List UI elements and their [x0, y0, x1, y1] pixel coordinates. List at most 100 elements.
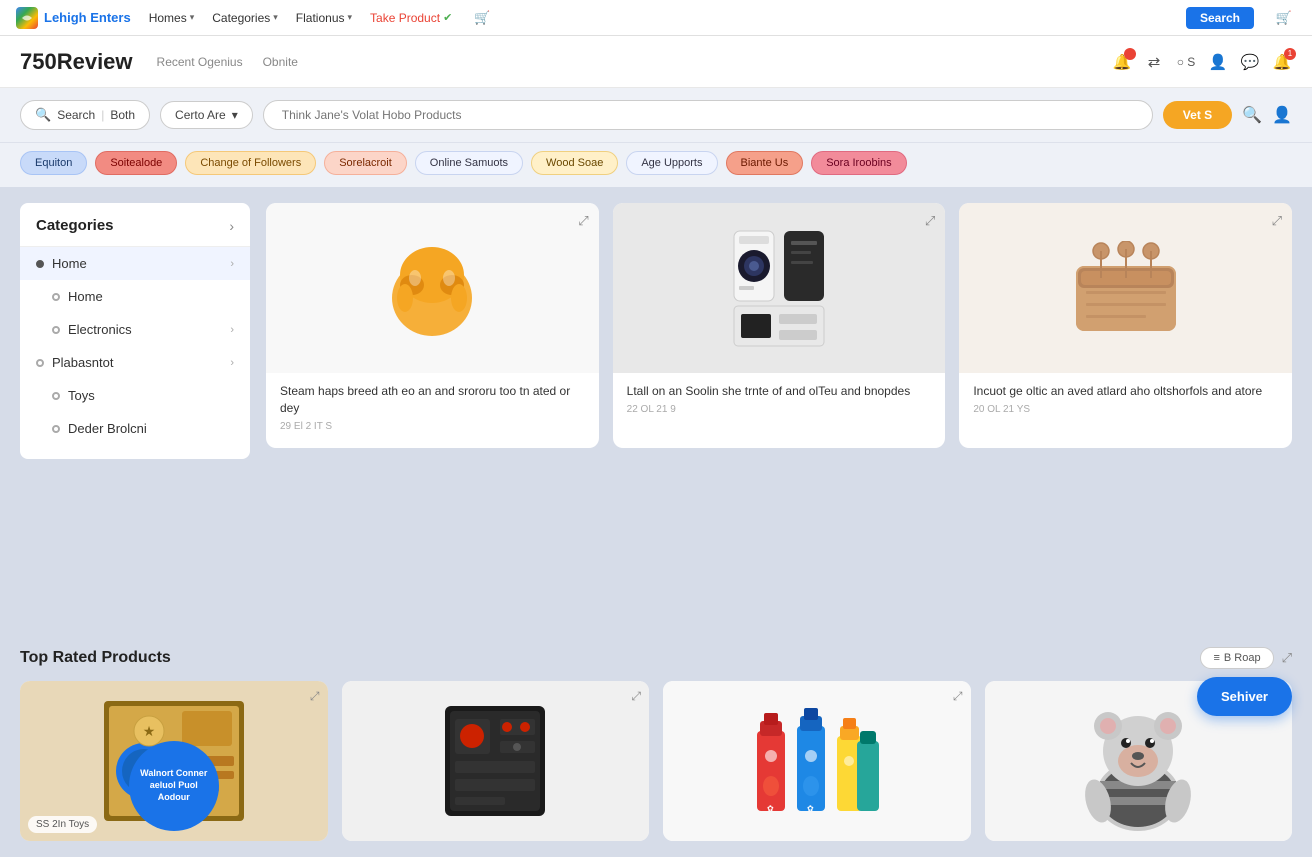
notification-icon[interactable]: 🔔 — [1112, 52, 1132, 72]
sec-nav-recent[interactable]: Recent Ogenius — [157, 55, 243, 69]
search-pill-label: Search — [57, 108, 95, 122]
black-tool-svg — [425, 691, 565, 831]
sidebar-item-electronics[interactable]: Electronics › — [20, 313, 250, 346]
brand-name: 750Review — [20, 49, 133, 75]
dropdown-label: Certo Are — [175, 108, 226, 122]
sidebar-header: Categories › — [20, 217, 250, 247]
chip-online-samuots[interactable]: Online Samuots — [415, 151, 523, 175]
sidebar-item-plabasntot[interactable]: Plabasntot › — [20, 346, 250, 379]
product-image-2 — [959, 203, 1292, 373]
product-badge-0: SS 2In Toys — [28, 816, 97, 833]
sidebar-label: Deder Brolcni — [68, 421, 147, 436]
product-card-2: ⤢ Incuot ge oltic an aved atlard aho olt… — [959, 203, 1292, 448]
filter-chips: Equiton Soitealode Change of Followers S… — [0, 143, 1312, 187]
expand-icon[interactable]: ⤢ — [1272, 213, 1282, 229]
gold-box-svg — [1066, 241, 1186, 336]
chip-wood-soae[interactable]: Wood Soae — [531, 151, 618, 175]
cart-icon[interactable]: 🛒 — [470, 6, 494, 30]
chat-icon[interactable]: 💬 — [1240, 52, 1260, 72]
search-sec-icon[interactable]: ○ S — [1176, 52, 1196, 72]
profile-icon[interactable]: 👤 — [1272, 105, 1292, 125]
chip-equiton[interactable]: Equiton — [20, 151, 87, 175]
nav-item-categories[interactable]: Categories ▾ — [212, 11, 278, 25]
sidebar: Categories › Home › Home Electronics › — [20, 203, 250, 459]
bottom-product-grid: ⚽ ★ Walnort Conner aeluol Puol Aodour SS… — [20, 681, 1292, 841]
search-input[interactable] — [263, 100, 1153, 130]
main-content: Categories › Home › Home Electronics › — [0, 187, 1312, 647]
bottom-card-2: ✿ ✿ ⤢ — [663, 681, 971, 841]
search-action-button[interactable]: Vet S — [1163, 101, 1232, 129]
bottom-section: Top Rated Products ≡ B Roap ⤢ ⚽ — [0, 647, 1312, 857]
sidebar-title: Categories — [36, 217, 114, 234]
bottom-card-0: ⚽ ★ Walnort Conner aeluol Puol Aodour SS… — [20, 681, 328, 841]
expand-icon[interactable]: ⤢ — [310, 689, 320, 704]
sec-nav-links: Recent Ogenius Obnite — [157, 55, 298, 69]
bottom-card-image-0: ⚽ ★ Walnort Conner aeluol Puol Aodour SS… — [20, 681, 328, 841]
search-dropdown[interactable]: Certo Are ▾ — [160, 101, 253, 129]
colorful-bottles-svg: ✿ ✿ — [742, 691, 892, 831]
product-image-0 — [266, 203, 599, 373]
sehiver-button[interactable]: Sehiver — [1197, 677, 1292, 716]
svg-text:✿: ✿ — [807, 804, 814, 813]
black-device-svg — [729, 226, 829, 351]
search-pill-sub: Both — [110, 108, 135, 122]
cart-checkout-icon[interactable]: 🛒 — [1272, 6, 1296, 30]
product-image-1 — [613, 203, 946, 373]
product-grid: ⤢ Steam haps breed ath eo an and srororu… — [266, 203, 1292, 448]
chevron-icon: ▾ — [273, 12, 278, 23]
sidebar-item-deder-brolcni[interactable]: Deder Brolcni — [20, 412, 250, 445]
chevron-icon: ▾ — [348, 12, 353, 23]
expand-icon[interactable]: ⤢ — [925, 213, 935, 229]
section-header: Top Rated Products ≡ B Roap ⤢ — [20, 647, 1292, 669]
sidebar-label: Toys — [68, 388, 95, 403]
product-card-0: ⤢ Steam haps breed ath eo an and srororu… — [266, 203, 599, 448]
product-title-0: Steam haps breed ath eo an and srororu t… — [280, 383, 585, 417]
sidebar-item-home-1[interactable]: Home — [20, 280, 250, 313]
orange-blob-svg — [377, 233, 487, 343]
user-icon[interactable]: 👤 — [1208, 52, 1228, 72]
sidebar-item-toys[interactable]: Toys — [20, 379, 250, 412]
chip-change-followers[interactable]: Change of Followers — [185, 151, 316, 175]
shuffle-icon[interactable]: ⇄ — [1144, 52, 1164, 72]
sidebar-chevron-icon: › — [230, 258, 234, 270]
sidebar-chevron-icon: › — [230, 324, 234, 336]
top-nav: Lehigh Enters Homes ▾ Categories ▾ Flati… — [0, 0, 1312, 36]
expand-icon[interactable]: ⤢ — [953, 689, 963, 704]
section-expand-icon[interactable]: ⤢ — [1282, 650, 1292, 666]
svg-text:★: ★ — [142, 723, 155, 739]
chip-soitealode[interactable]: Soitealode — [95, 151, 177, 175]
nav-item-flationus[interactable]: Flationus ▾ — [296, 11, 352, 25]
chip-sora-iroobins[interactable]: Sora Iroobins — [811, 151, 906, 175]
sidebar-item-home-0[interactable]: Home › — [20, 247, 250, 280]
search-small-icon: 🔍 — [35, 107, 51, 123]
overlay-text: Walnort Conner aeluol Puol Aodour — [129, 764, 219, 807]
sidebar-dot — [52, 293, 60, 301]
sidebar-expand-icon[interactable]: › — [229, 218, 234, 234]
bottom-card-image-2: ✿ ✿ — [663, 681, 971, 841]
product-card-1: ⤢ Ltall on an Soolin she trnte of and ol… — [613, 203, 946, 448]
product-title-1: Ltall on an Soolin she trnte of and olTe… — [627, 383, 932, 400]
expand-icon[interactable]: ⤢ — [578, 213, 588, 229]
svg-text:✿: ✿ — [767, 804, 774, 813]
search-pill[interactable]: 🔍 Search | Both — [20, 100, 150, 130]
sec-nav-obnite[interactable]: Obnite — [263, 55, 298, 69]
verified-icon: ✔ — [443, 11, 452, 24]
top-nav-logo[interactable]: Lehigh Enters — [16, 7, 131, 29]
search-button[interactable]: Search — [1186, 7, 1254, 29]
search-btn-icon[interactable]: 🔍 — [1242, 105, 1262, 125]
sidebar-dot — [36, 359, 44, 367]
chip-biante-us[interactable]: Biante Us — [726, 151, 804, 175]
chip-age-upports[interactable]: Age Upports — [626, 151, 717, 175]
search-icon-group: 🔍 👤 — [1242, 105, 1292, 125]
nav-item-take-product[interactable]: Take Product ✔ — [370, 11, 452, 25]
section-actions: ≡ B Roap ⤢ — [1200, 647, 1292, 669]
b-roap-button[interactable]: ≡ B Roap — [1200, 647, 1273, 669]
alert-icon[interactable]: 🔔1 — [1272, 52, 1292, 72]
chip-sorelacroit[interactable]: Sorelacroit — [324, 151, 407, 175]
nav-item-homes[interactable]: Homes ▾ — [149, 11, 195, 25]
section-title: Top Rated Products — [20, 649, 171, 667]
teddy-bear-svg — [1063, 691, 1213, 831]
chevron-icon: ▾ — [190, 12, 195, 23]
overlay-circle: Walnort Conner aeluol Puol Aodour — [129, 741, 219, 831]
expand-icon[interactable]: ⤢ — [631, 689, 641, 704]
